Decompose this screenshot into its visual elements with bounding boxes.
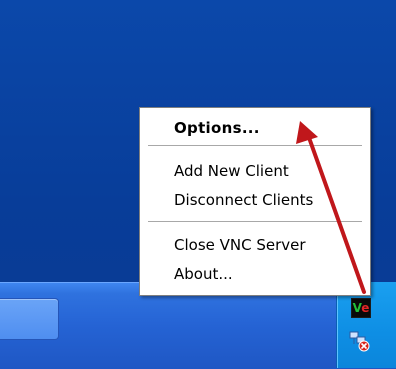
menu-item-close-vnc-server[interactable]: Close VNC Server [140, 232, 370, 258]
context-menu: Options... Add New Client Disconnect Cli… [139, 107, 371, 296]
menu-item-about[interactable]: About... [140, 261, 370, 287]
taskbar-button[interactable] [0, 298, 59, 340]
menu-item-add-new-client[interactable]: Add New Client [140, 158, 370, 184]
menu-separator [148, 145, 362, 147]
menu-item-options[interactable]: Options... [140, 115, 370, 141]
network-disconnected-icon[interactable] [349, 330, 371, 352]
menu-separator [148, 221, 362, 223]
menu-item-disconnect-clients[interactable]: Disconnect Clients [140, 187, 370, 213]
vnc-server-icon[interactable]: Ve [351, 298, 371, 318]
